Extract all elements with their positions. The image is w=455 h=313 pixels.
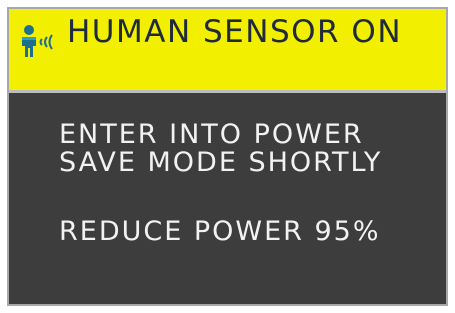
message-line-3: REDUCE POWER 95% (59, 216, 381, 247)
human-sensor-icon (19, 24, 59, 58)
osd-panel: HUMAN SENSOR ON ENTER INTO POWER SAVE MO… (7, 7, 448, 306)
osd-header: HUMAN SENSOR ON (9, 9, 446, 93)
osd-title: HUMAN SENSOR ON (67, 14, 403, 50)
message-line-1: ENTER INTO POWER (59, 119, 364, 150)
message-line-2: SAVE MODE SHORTLY (59, 147, 383, 178)
